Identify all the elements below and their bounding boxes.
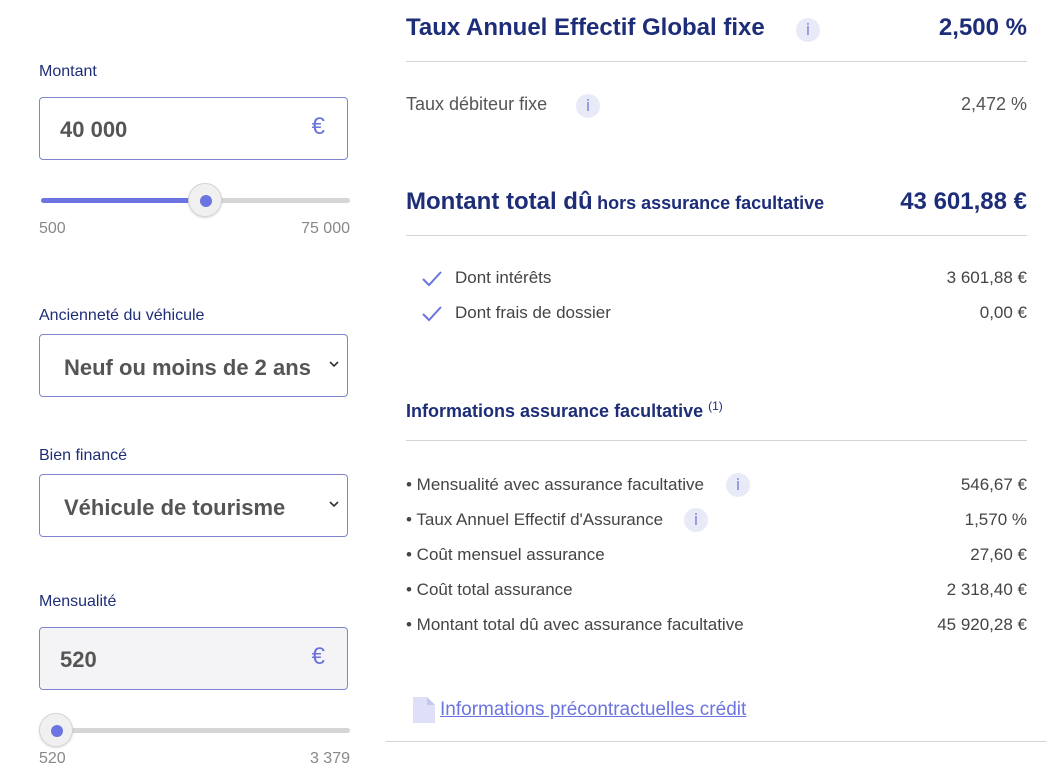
assurance-row-label: • Mensualité avec assurance facultative: [406, 475, 704, 494]
divider: [406, 235, 1027, 236]
anciennete-select[interactable]: Neuf ou moins de 2 ans: [39, 334, 348, 397]
divider: [406, 440, 1027, 441]
info-icon[interactable]: i: [726, 473, 750, 497]
info-icon[interactable]: i: [796, 18, 820, 42]
montant-min: 500: [39, 220, 66, 237]
total-du-heading: Montant total dû hors assurance facultat…: [406, 188, 824, 216]
assurance-row-value: 27,60 €: [970, 545, 1027, 564]
assurance-row-value: 546,67 €: [960, 475, 1027, 494]
montant-max: 75 000: [301, 220, 350, 237]
assurance-row-label: • Montant total dû avec assurance facult…: [406, 615, 744, 634]
total-du-sublabel: hors assurance facultative: [597, 193, 825, 213]
montant-slider[interactable]: [41, 183, 350, 217]
bien-value: Véhicule de tourisme: [64, 495, 286, 520]
montant-label: Montant: [39, 63, 97, 80]
assurance-row-label: • Coût mensuel assurance: [406, 545, 605, 564]
mensualite-slider[interactable]: [39, 713, 350, 747]
mensualite-max: 3 379: [309, 750, 350, 767]
mensualite-value: 520: [60, 647, 97, 672]
assurance-row-value: 45 920,28 €: [937, 615, 1027, 634]
montant-slider-thumb[interactable]: [188, 183, 222, 217]
total-du-value: 43 601,88 €: [900, 188, 1027, 215]
montant-value: 40 000: [60, 117, 128, 142]
detail-label: Dont frais de dossier: [455, 303, 611, 322]
divider: [406, 61, 1027, 62]
euro-icon: €: [311, 113, 325, 140]
info-icon[interactable]: i: [684, 508, 708, 532]
bien-label: Bien financé: [39, 447, 128, 464]
precontract-link[interactable]: Informations précontractuelles crédit: [440, 699, 746, 721]
mensualite-label: Mensualité: [39, 593, 117, 610]
assurance-row-label: • Taux Annuel Effectif d'Assurance: [406, 510, 664, 529]
euro-icon: €: [311, 643, 325, 670]
mensualite-input[interactable]: 520 €: [39, 627, 348, 690]
assurance-row-value: 1,570 %: [964, 510, 1027, 529]
divider: [386, 741, 1046, 742]
assurance-row-value: 2 318,40 €: [946, 580, 1027, 599]
taux-debiteur-value: 2,472 %: [960, 94, 1027, 114]
detail-value: 0,00 €: [979, 303, 1027, 322]
detail-label: Dont intérêts: [455, 268, 552, 287]
info-icon[interactable]: i: [576, 94, 600, 118]
taeg-label: Taux Annuel Effectif Global fixe: [406, 14, 765, 41]
check-icon: [422, 306, 442, 322]
anciennete-label: Ancienneté du véhicule: [39, 307, 205, 324]
total-du-label: Montant total dû: [406, 188, 593, 215]
taux-debiteur-label: Taux débiteur fixe: [406, 94, 548, 114]
mensualite-slider-thumb[interactable]: [39, 713, 73, 747]
bien-select[interactable]: Véhicule de tourisme: [39, 474, 348, 537]
montant-input[interactable]: 40 000 €: [39, 97, 348, 160]
detail-value: 3 601,88 €: [946, 268, 1027, 287]
assurance-title: Informations assurance facultative (1): [406, 399, 723, 421]
check-icon: [422, 271, 442, 287]
document-icon: [413, 697, 435, 723]
anciennete-value: Neuf ou moins de 2 ans: [64, 355, 311, 380]
taeg-value: 2,500 %: [938, 14, 1027, 41]
assurance-row-label: • Coût total assurance: [406, 580, 573, 599]
chevron-down-icon: [329, 501, 339, 508]
mensualite-min: 520: [39, 750, 66, 767]
chevron-down-icon: [329, 361, 339, 368]
montant-slider-fill: [41, 198, 205, 203]
